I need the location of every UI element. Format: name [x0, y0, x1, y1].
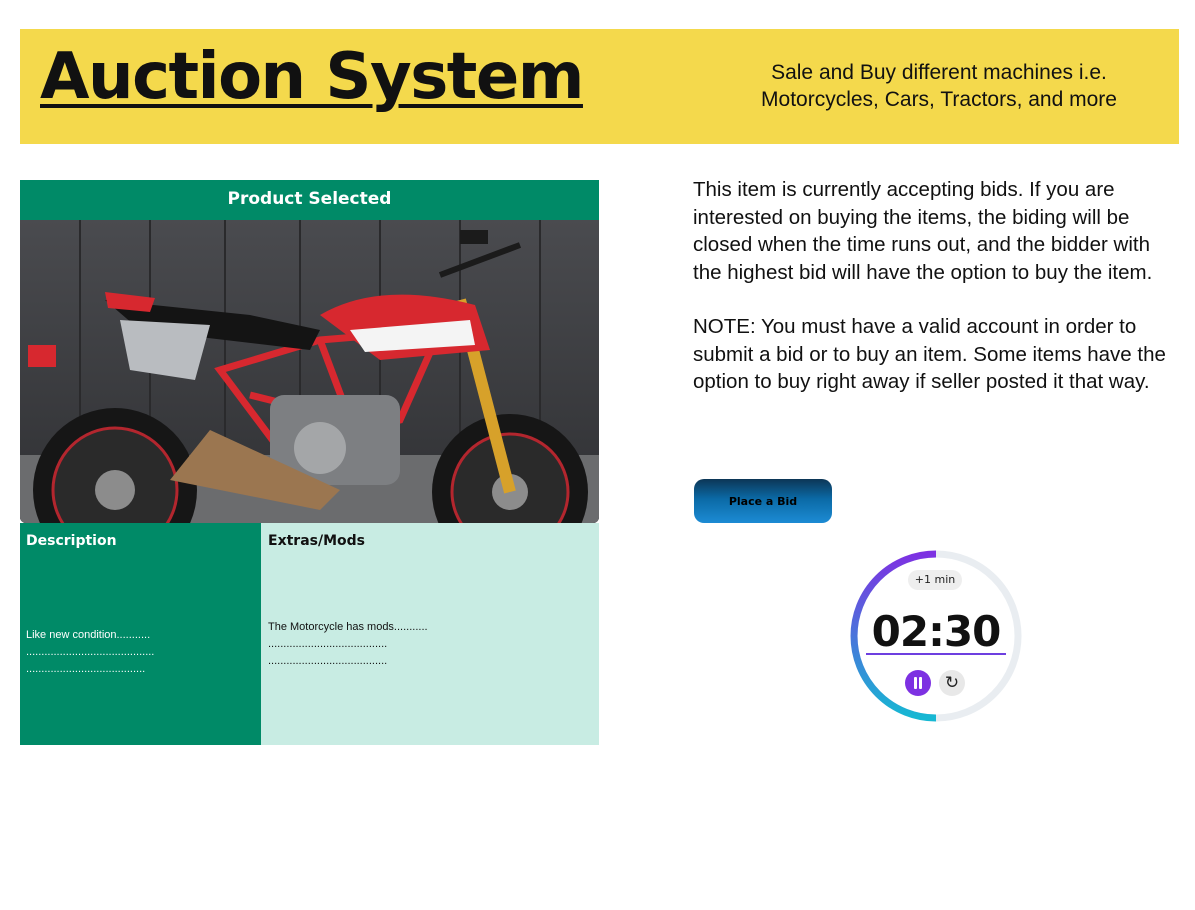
auction-info: This item is currently accepting bids. I…	[693, 176, 1183, 423]
note-paragraph: NOTE: You must have a valid account in o…	[693, 315, 1166, 393]
page-title: Auction System	[40, 40, 584, 114]
motorcycle-illustration	[20, 220, 599, 523]
page-header: Auction System Sale and Buy different ma…	[20, 29, 1179, 144]
add-minute-button[interactable]: +1 min	[908, 570, 962, 590]
description-panel: Description Like new condition..........…	[20, 523, 261, 745]
motorcycle-photo	[20, 220, 599, 523]
reset-icon[interactable]: ↻	[939, 670, 965, 696]
countdown-timer: +1 min 02:30 ↻	[848, 548, 1024, 724]
header-tagline: Sale and Buy different machines i.e. Mot…	[761, 61, 1117, 111]
info-paragraph: This item is currently accepting bids. I…	[693, 178, 1153, 284]
extras-heading: Extras/Mods	[268, 533, 365, 549]
timer-underline	[866, 653, 1006, 655]
description-text: Like new condition........... ..........…	[26, 629, 155, 675]
extras-panel: Extras/Mods The Motorcycle has mods.....…	[261, 523, 599, 745]
description-heading: Description	[26, 533, 117, 549]
place-bid-button[interactable]: Place a Bid	[694, 479, 832, 523]
pause-icon[interactable]	[905, 670, 931, 696]
timer-display: 02:30	[871, 607, 1002, 656]
extras-text: The Motorcycle has mods........... .....…	[268, 621, 428, 667]
product-card: Product Selected Description Like new co…	[20, 180, 599, 745]
product-selected-heading: Product Selected	[20, 180, 599, 220]
